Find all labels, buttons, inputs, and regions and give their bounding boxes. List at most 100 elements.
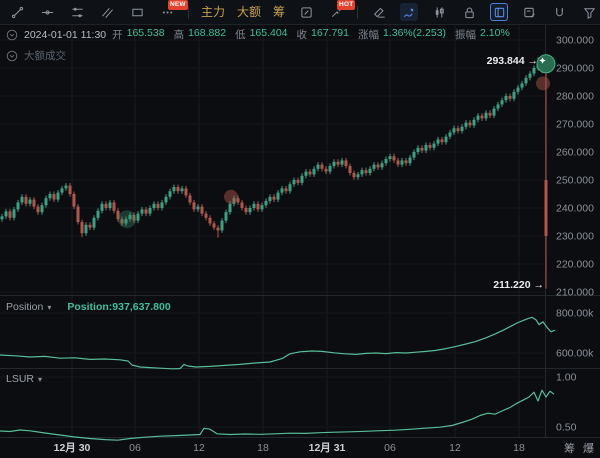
tab-main-force[interactable]: 主力	[201, 0, 225, 24]
field-label: 振幅	[455, 29, 477, 41]
field-label: 开	[112, 29, 123, 41]
candle-body	[544, 180, 548, 236]
candle-body	[152, 203, 156, 208]
candle-body	[304, 171, 308, 176]
collapse-chevron-icon[interactable]	[6, 29, 18, 41]
candle-body	[360, 170, 364, 175]
lock-icon[interactable]	[460, 3, 478, 21]
tool-liquidation[interactable]: 爆	[583, 440, 594, 456]
more-tools-icon[interactable]: NEW	[158, 0, 188, 21]
x-axis-label: 12	[449, 442, 461, 454]
candle-body	[400, 160, 404, 165]
candle-body	[200, 206, 204, 214]
candle-body	[8, 211, 12, 218]
price-annotation: 211.220 →	[493, 279, 544, 291]
candle-body	[100, 203, 104, 211]
price-tick-label: 280.000	[556, 91, 594, 103]
horizontal-line-icon[interactable]	[38, 3, 56, 21]
candle-body	[492, 108, 496, 116]
candle-body	[512, 91, 516, 99]
magic-brush-icon[interactable]: HOT	[327, 0, 356, 21]
candle-body	[260, 205, 264, 210]
candle-body	[228, 203, 232, 213]
candle-body	[88, 224, 92, 228]
fib-retracement-icon[interactable]	[68, 3, 86, 21]
candle-body	[84, 224, 88, 234]
candle-body	[444, 136, 448, 143]
candle-body	[248, 208, 252, 213]
tab-large-orders[interactable]: 大额	[237, 0, 261, 24]
price-tick-label: 220.000	[556, 259, 594, 271]
tab-chips[interactable]: 筹	[273, 0, 285, 24]
candle-body	[56, 192, 60, 200]
field-value: 2.10%	[480, 27, 510, 39]
badge-hot: HOT	[337, 0, 356, 10]
collapse-chevron-icon[interactable]	[6, 50, 18, 62]
chart-canvas[interactable]: 300.000 290.000 280.000 270.000 260.000 250.0…	[0, 0, 600, 458]
candle-body	[332, 161, 336, 166]
continuous-drawing-icon[interactable]	[400, 3, 419, 21]
lsur-tick-label: 1.00	[556, 372, 577, 384]
candle-body	[348, 166, 352, 173]
price-tick-label: 250.000	[556, 175, 594, 187]
signal-circle-red	[536, 76, 550, 91]
rectangle-tool-icon[interactable]	[128, 3, 146, 21]
candle-body	[112, 202, 116, 211]
candle-body	[296, 180, 300, 183]
candle-body	[276, 192, 280, 200]
candle-body	[212, 223, 216, 228]
candle-body	[416, 147, 420, 152]
candle-body	[496, 104, 500, 109]
candle-body	[488, 112, 492, 116]
filter-icon[interactable]	[580, 3, 598, 21]
candle-body	[268, 196, 272, 201]
lsur-line	[0, 389, 555, 441]
price-tick-label: 300.000	[556, 35, 594, 47]
chevron-down-icon: ▾	[38, 374, 43, 384]
signal-circle-green	[118, 210, 136, 229]
candle-body	[456, 128, 460, 131]
layers-icon[interactable]	[490, 3, 509, 21]
trend-line-icon[interactable]	[8, 3, 26, 21]
field-label: 低	[235, 29, 246, 41]
parallel-channel-icon[interactable]	[98, 3, 116, 21]
candle-body	[192, 202, 196, 210]
position-indicator-selector[interactable]: Position ▾	[6, 301, 51, 313]
lsur-panel-header: LSUR ▾	[6, 373, 42, 385]
candle-body	[68, 185, 72, 194]
x-axis-label: 06	[384, 442, 396, 454]
x-axis-label: 18	[513, 442, 525, 454]
candle-body	[468, 122, 472, 126]
price-annotation: 293.844 →	[487, 55, 538, 67]
eraser-icon[interactable]	[370, 3, 388, 21]
ohlc-field: 高 168.882	[174, 27, 226, 42]
candle-body	[380, 163, 384, 168]
lsur-indicator-selector[interactable]: LSUR ▾	[6, 373, 42, 385]
candle-body	[412, 152, 416, 158]
magnet-icon[interactable]	[550, 3, 568, 21]
candle-body	[172, 187, 176, 192]
field-value: 165.404	[249, 27, 288, 39]
position-value: Position:937,637.800	[67, 301, 171, 313]
large-trades-label: 大额成交	[24, 50, 66, 62]
field-value: 165.538	[126, 27, 165, 39]
candle-body	[520, 83, 524, 88]
candlestick-tool-icon[interactable]	[430, 3, 448, 21]
candle-body	[20, 196, 24, 203]
bottom-right-tools: 筹爆	[564, 440, 594, 456]
candle-body	[452, 128, 456, 133]
badge-new: NEW	[168, 0, 188, 10]
candle-body	[184, 188, 188, 196]
candle-body	[340, 160, 344, 165]
tool-chips[interactable]: 筹	[564, 440, 575, 456]
drawing-toolbar: NEW 主力 大额筹 HOT	[0, 0, 600, 25]
draw-edit-icon[interactable]	[297, 3, 315, 21]
field-label: 高	[173, 29, 185, 41]
price-tick-label: 210.000	[556, 287, 594, 299]
note-edit-icon[interactable]	[520, 3, 538, 21]
x-axis-label: 12月 30	[54, 442, 91, 454]
candle-body	[504, 96, 508, 101]
datetime-label: 2024-01-01 11:30	[24, 28, 107, 41]
candle-body	[288, 184, 292, 192]
lsur-tick-label: 0.50	[556, 422, 577, 434]
